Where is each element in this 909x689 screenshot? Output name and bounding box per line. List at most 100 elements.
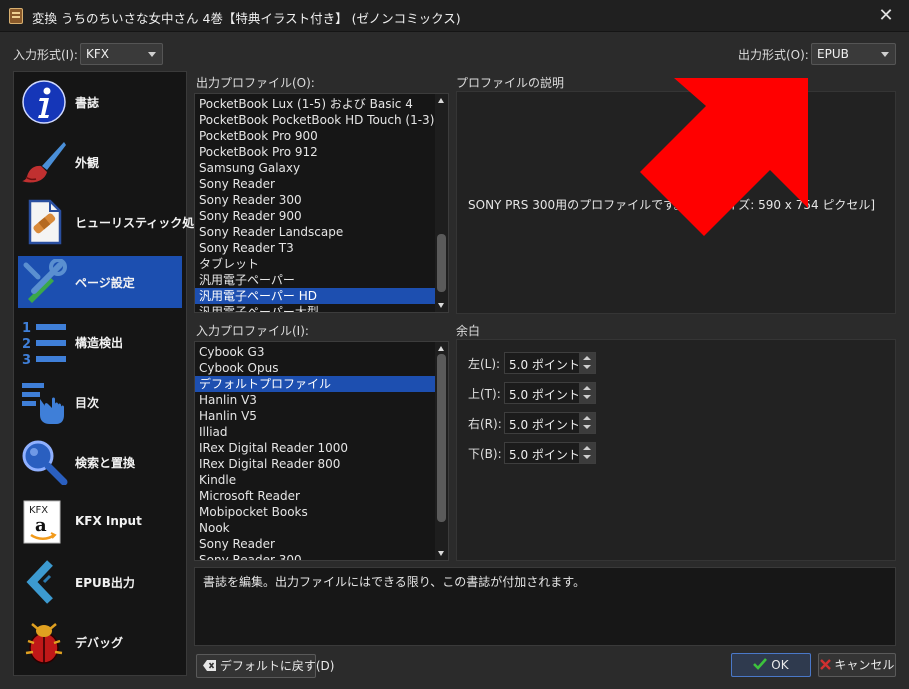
scroll-down-icon[interactable] bbox=[438, 303, 444, 308]
list-item[interactable]: Nook bbox=[195, 520, 448, 536]
scroll-down-icon[interactable] bbox=[438, 551, 444, 556]
spin-down-icon[interactable] bbox=[583, 365, 591, 369]
spin-buttons[interactable] bbox=[579, 443, 595, 463]
list-item[interactable]: Hanlin V5 bbox=[195, 408, 448, 424]
sidebar-item-page-setup[interactable]: ページ設定 bbox=[18, 256, 182, 308]
cancel-x-icon bbox=[819, 659, 831, 670]
margin-top-spinbox[interactable]: 5.0 ポイント bbox=[504, 382, 596, 404]
scroll-thumb[interactable] bbox=[437, 234, 446, 292]
list-item[interactable]: Sony Reader bbox=[195, 536, 448, 552]
sidebar-item-label: 書誌 bbox=[75, 96, 100, 110]
spin-buttons[interactable] bbox=[579, 413, 595, 433]
svg-text:a: a bbox=[35, 515, 47, 536]
document-bandage-icon bbox=[28, 199, 62, 245]
svg-text:2: 2 bbox=[22, 337, 31, 352]
list-item[interactable]: Illiad bbox=[195, 424, 448, 440]
sidebar-item-structure-detection[interactable]: 1 2 3 構造検出 bbox=[18, 316, 182, 368]
epub-output-icon bbox=[26, 560, 53, 604]
input-profile-list[interactable]: Cybook G3 Cybook Opus デフォルトプロファイル Hanlin V3… bbox=[194, 341, 449, 561]
output-format-value: EPUB bbox=[817, 47, 849, 61]
sidebar-item-toc[interactable]: 目次 bbox=[18, 376, 182, 428]
spin-up-icon[interactable] bbox=[583, 446, 591, 450]
list-item[interactable]: タブレット bbox=[195, 256, 448, 272]
list-item[interactable]: Sony Reader 900 bbox=[195, 208, 448, 224]
list-item[interactable]: Sony Reader T3 bbox=[195, 240, 448, 256]
margin-right-value: 5.0 ポイント bbox=[509, 418, 580, 432]
list-item[interactable]: Mobipocket Books bbox=[195, 504, 448, 520]
spin-buttons[interactable] bbox=[579, 353, 595, 373]
list-item[interactable]: IRex Digital Reader 800 bbox=[195, 456, 448, 472]
input-format-value: KFX bbox=[86, 47, 109, 61]
chevron-down-icon bbox=[148, 52, 156, 57]
list-item[interactable]: Sony Reader Landscape bbox=[195, 224, 448, 240]
list-item[interactable]: PocketBook Pro 900 bbox=[195, 128, 448, 144]
list-item[interactable]: IRex Digital Reader 1000 bbox=[195, 440, 448, 456]
annotation-arrow-icon bbox=[640, 78, 808, 236]
margin-bottom-spinbox[interactable]: 5.0 ポイント bbox=[504, 442, 596, 464]
list-item[interactable]: Sony Reader bbox=[195, 176, 448, 192]
margin-left-value: 5.0 ポイント bbox=[509, 358, 580, 372]
cancel-button[interactable]: キャンセル bbox=[818, 653, 896, 677]
margin-left-label: 左(L): bbox=[468, 357, 501, 371]
chevron-down-icon bbox=[881, 52, 889, 57]
sidebar-item-label: KFX Input bbox=[75, 514, 142, 528]
restore-defaults-button[interactable]: デフォルトに戻す(D) bbox=[196, 654, 334, 678]
clear-icon bbox=[203, 660, 216, 671]
ok-button[interactable]: OK bbox=[731, 653, 811, 677]
sidebar-item-look-and-feel[interactable]: 外観 bbox=[18, 136, 182, 188]
sidebar-item-label: 構造検出 bbox=[75, 336, 124, 350]
help-text-box: 書誌を編集。出力ファイルにはできる限り、この書誌が付加されます。 bbox=[194, 567, 896, 646]
scroll-up-icon[interactable] bbox=[438, 346, 444, 351]
list-item[interactable]: Cybook G3 bbox=[195, 344, 448, 360]
list-item[interactable]: PocketBook Lux (1-5) および Basic 4 bbox=[195, 96, 448, 112]
output-format-select[interactable]: EPUB bbox=[811, 43, 896, 65]
list-item[interactable]: Samsung Galaxy bbox=[195, 160, 448, 176]
info-icon bbox=[22, 80, 66, 124]
output-format-label: 出力形式(O): bbox=[738, 48, 809, 62]
svg-text:1: 1 bbox=[22, 321, 31, 336]
list-item[interactable]: 汎用電子ペーパー bbox=[195, 272, 448, 288]
margin-bottom-label: 下(B): bbox=[468, 447, 502, 461]
output-profile-scrollbar[interactable] bbox=[435, 94, 448, 312]
sidebar-item-search-replace[interactable]: 検索と置換 bbox=[18, 436, 182, 488]
sidebar-item-heuristics[interactable]: ヒューリスティック処理 bbox=[18, 196, 206, 248]
list-item[interactable]: 汎用電子ペーパー HD bbox=[195, 288, 448, 304]
margin-top-value: 5.0 ポイント bbox=[509, 388, 580, 402]
list-item[interactable]: Microsoft Reader bbox=[195, 488, 448, 504]
sidebar-item-kfx-input[interactable]: KFX a KFX Input bbox=[18, 496, 182, 548]
spin-up-icon[interactable] bbox=[583, 416, 591, 420]
cancel-label: キャンセル bbox=[834, 658, 895, 672]
list-item[interactable]: Kindle bbox=[195, 472, 448, 488]
list-item[interactable]: デフォルトプロファイル bbox=[195, 376, 448, 392]
margin-left-spinbox[interactable]: 5.0 ポイント bbox=[504, 352, 596, 374]
output-profile-label: 出力プロファイル(O): bbox=[196, 76, 315, 90]
calibre-app-icon bbox=[9, 8, 23, 24]
sidebar-item-epub-output[interactable]: EPUB出力 bbox=[18, 556, 182, 608]
scroll-thumb[interactable] bbox=[437, 354, 446, 522]
output-profile-list[interactable]: PocketBook Lux (1-5) および Basic 4 PocketBo… bbox=[194, 93, 449, 313]
list-item[interactable]: 汎用電子ペーパー大型 bbox=[195, 304, 448, 312]
spin-down-icon[interactable] bbox=[583, 395, 591, 399]
input-format-select[interactable]: KFX bbox=[80, 43, 163, 65]
spin-down-icon[interactable] bbox=[583, 425, 591, 429]
close-window-button[interactable]: ✕ bbox=[863, 0, 909, 32]
kfx-amazon-icon: KFX a bbox=[23, 500, 61, 544]
sidebar-item-debug[interactable]: デバッグ bbox=[18, 616, 182, 668]
list-item[interactable]: Hanlin V3 bbox=[195, 392, 448, 408]
list-item[interactable]: PocketBook Pro 912 bbox=[195, 144, 448, 160]
spin-up-icon[interactable] bbox=[583, 386, 591, 390]
list-item[interactable]: PocketBook PocketBook HD Touch (1-3) bbox=[195, 112, 448, 128]
spin-up-icon[interactable] bbox=[583, 356, 591, 360]
margin-bottom-value: 5.0 ポイント bbox=[509, 448, 580, 462]
scroll-up-icon[interactable] bbox=[438, 98, 444, 103]
spin-down-icon[interactable] bbox=[583, 455, 591, 459]
sidebar-item-metadata[interactable]: 書誌 bbox=[18, 76, 182, 128]
margin-right-label: 右(R): bbox=[468, 417, 502, 431]
spin-buttons[interactable] bbox=[579, 383, 595, 403]
list-item[interactable]: Sony Reader 300 bbox=[195, 552, 448, 560]
margin-right-spinbox[interactable]: 5.0 ポイント bbox=[504, 412, 596, 434]
sidebar-item-label: EPUB出力 bbox=[75, 576, 135, 590]
input-profile-scrollbar[interactable] bbox=[435, 342, 448, 560]
list-item[interactable]: Sony Reader 300 bbox=[195, 192, 448, 208]
list-item[interactable]: Cybook Opus bbox=[195, 360, 448, 376]
